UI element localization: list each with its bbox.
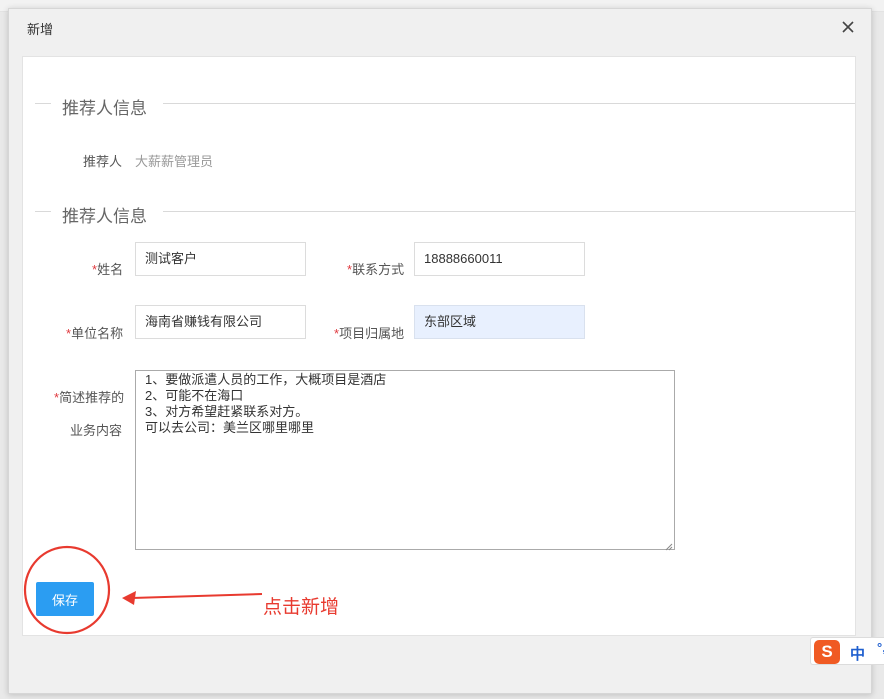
recommender-value: 大薪薪管理员 [135, 154, 214, 169]
name-label: *姓名 [92, 259, 123, 278]
client-section-header: 推荐人信息 [35, 202, 855, 226]
company-label: *单位名称 [66, 323, 123, 342]
region-field[interactable]: 东部区域 [414, 305, 585, 339]
dialog-header: 新增 [9, 9, 871, 45]
company-label-text: 单位名称 [71, 326, 124, 341]
section-title: 推荐人信息 [62, 207, 147, 226]
divider [163, 211, 855, 212]
name-label-text: 姓名 [97, 262, 124, 277]
dialog-title: 新增 [27, 22, 54, 37]
company-field[interactable]: 海南省赚钱有限公司 [135, 305, 306, 339]
contact-label: *联系方式 [347, 259, 404, 278]
contact-field[interactable]: 18888660011 [414, 242, 585, 276]
ime-language-toggle[interactable]: 中 [850, 643, 865, 664]
annotation-text: 点击新增 [263, 597, 340, 618]
description-line: 1、要做派遣人员的工作，大概项目是酒店 [145, 372, 387, 387]
ime-toolbar[interactable]: S 中 °, [810, 637, 884, 665]
region-label: *项目归属地 [334, 323, 404, 342]
description-label-text: 简述推荐的 [59, 390, 125, 405]
divider [35, 103, 51, 104]
close-icon[interactable] [841, 20, 855, 34]
description-line: 3、对方希望赶紧联系对方。 [145, 404, 309, 419]
add-dialog: 新增 推荐人信息 推荐人 大薪薪管理员 推荐人信息 *姓名 测试客户 *联系方式… [8, 8, 872, 694]
description-textarea[interactable]: 1、要做派遣人员的工作，大概项目是酒店 2、可能不在海口 3、对方希望赶紧联系对… [135, 370, 675, 551]
recommender-label: 推荐人 [83, 154, 123, 169]
region-label-text: 项目归属地 [339, 326, 405, 341]
sogou-logo-icon: S [814, 640, 840, 664]
resize-handle-icon[interactable] [664, 539, 673, 551]
description-line: 2、可能不在海口 [145, 388, 244, 403]
form-panel: 推荐人信息 推荐人 大薪薪管理员 推荐人信息 *姓名 测试客户 *联系方式 18… [22, 56, 856, 636]
recommender-section-header: 推荐人信息 [35, 94, 855, 118]
divider [35, 211, 51, 212]
name-field[interactable]: 测试客户 [135, 242, 306, 276]
save-button[interactable]: 保存 [36, 582, 94, 616]
contact-label-text: 联系方式 [352, 262, 405, 277]
ime-punctuation-toggle[interactable]: °, [877, 640, 884, 655]
description-label-line2: 业务内容 [70, 423, 123, 438]
divider [163, 103, 855, 104]
section-title: 推荐人信息 [62, 99, 147, 118]
description-line: 可以去公司：美兰区哪里哪里 [145, 420, 315, 435]
description-label: *简述推荐的 [54, 387, 124, 406]
